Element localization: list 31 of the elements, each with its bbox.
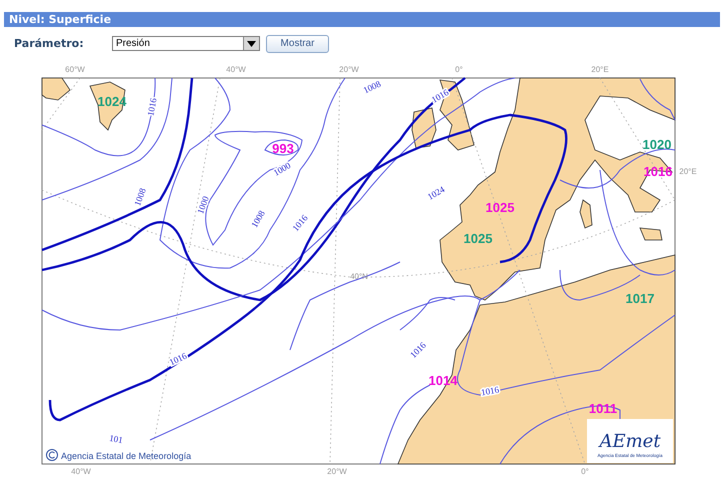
copyright-text: Agencia Estatal de Meteorología xyxy=(61,451,192,461)
high-pressure-label: 1025 xyxy=(464,231,492,246)
isobar-label: 1016 xyxy=(168,350,188,368)
isobar-label: 1000 xyxy=(195,194,211,216)
high-pressure-label: 1020 xyxy=(642,137,672,152)
axis-label: 40°W xyxy=(71,467,91,476)
axis-label: 0° xyxy=(455,65,463,74)
axis-label: 0° xyxy=(581,467,589,476)
isobar-label: 1016 xyxy=(146,97,158,117)
axis-label: 20°W xyxy=(327,467,347,476)
high-pressure-label: 1017 xyxy=(626,291,654,306)
isobar-label: 1024 xyxy=(426,184,446,202)
show-button[interactable]: Mostrar xyxy=(266,34,329,52)
isobar-label: 1016 xyxy=(430,87,450,105)
axis-label: 20°E xyxy=(679,167,697,176)
section-title: Nivel: Superficie xyxy=(8,13,112,26)
low-pressure-label: 1025 xyxy=(486,200,514,215)
logo-wordmark: AEmet xyxy=(599,431,661,452)
axis-label: 40°W xyxy=(226,65,246,74)
isobar-label: 101 xyxy=(108,432,124,446)
axis-label: 20°E xyxy=(591,65,609,74)
parameter-label: Parámetro: xyxy=(14,37,85,50)
copyright-icon xyxy=(46,449,58,461)
isobar-label: 1008 xyxy=(132,186,148,208)
axis-label: 60°W xyxy=(65,65,85,74)
isobar-label: 1000 xyxy=(272,160,292,178)
isobar-label: 1008 xyxy=(362,78,382,96)
low-pressure-label: 993 xyxy=(272,141,294,156)
isobar-label: 1016 xyxy=(480,384,500,398)
axis-label: 20°W xyxy=(339,65,359,74)
parameter-select[interactable]: Presión xyxy=(112,36,260,51)
